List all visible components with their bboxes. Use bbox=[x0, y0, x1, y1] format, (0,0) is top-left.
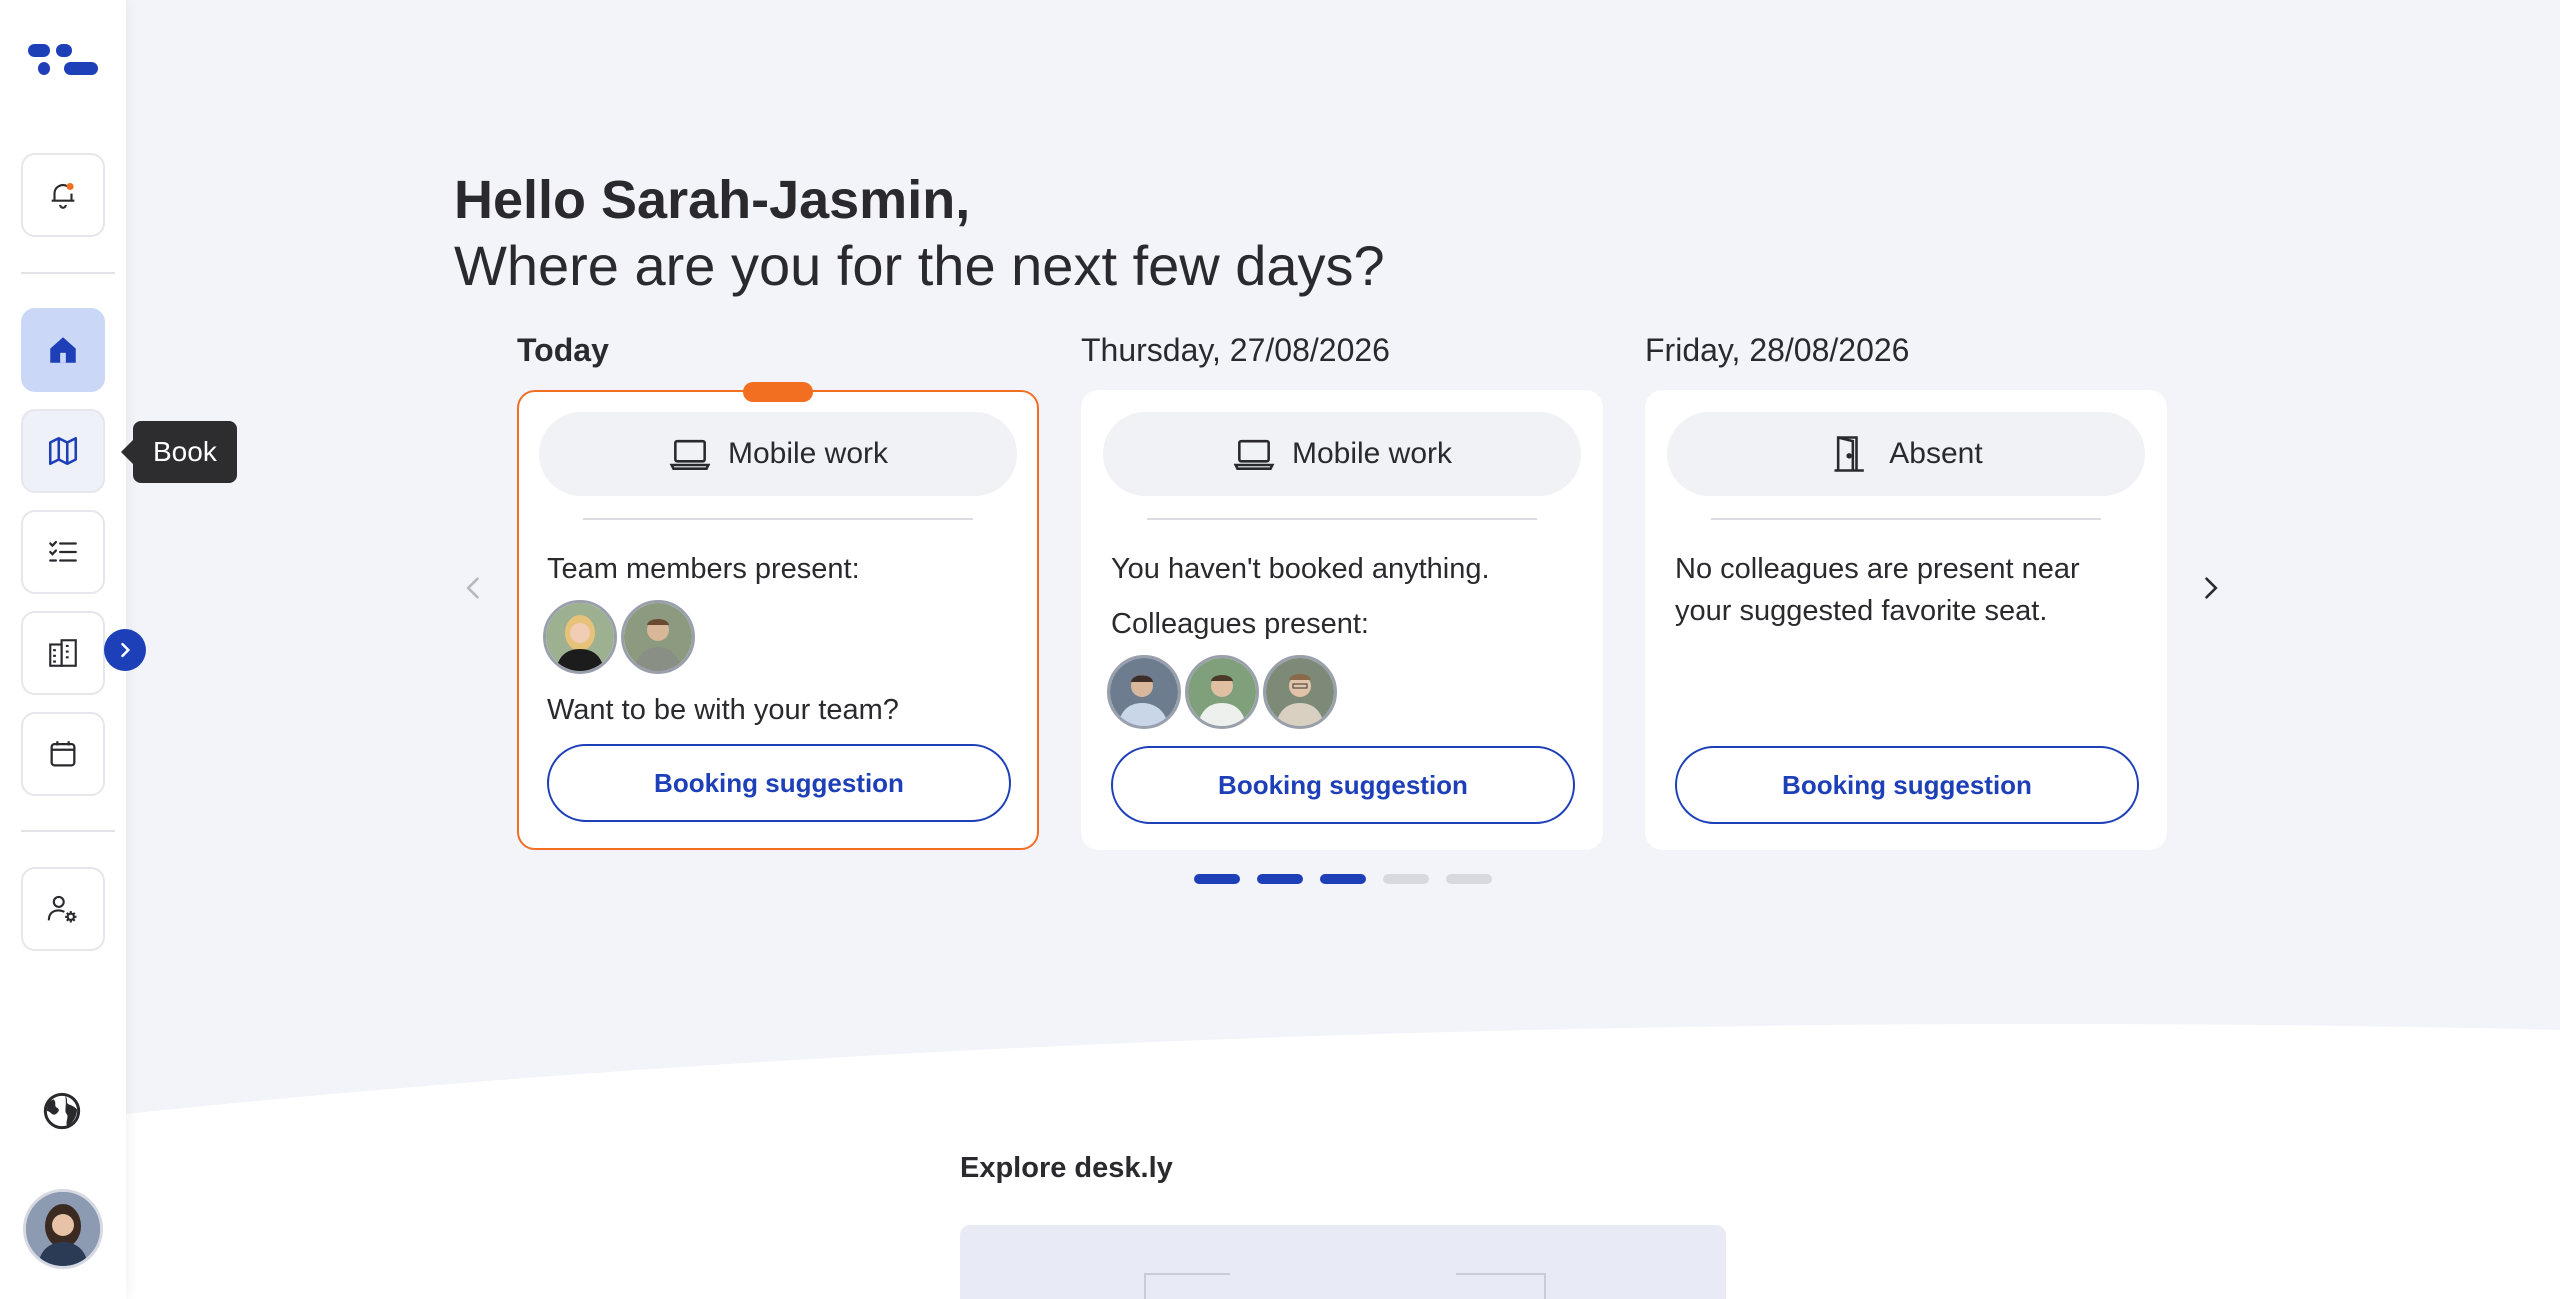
sidebar-separator bbox=[21, 830, 115, 832]
avatar[interactable] bbox=[1263, 655, 1337, 729]
door-icon bbox=[1834, 436, 1865, 472]
user-photo bbox=[26, 1192, 100, 1266]
greeting-question: Where are you for the next few days? bbox=[454, 234, 1385, 297]
sidebar-item-admin-settings[interactable] bbox=[21, 867, 105, 951]
expand-sidebar-button[interactable] bbox=[104, 629, 146, 671]
building-icon bbox=[49, 639, 77, 667]
tooltip-label: Book bbox=[153, 436, 217, 467]
checklist-icon bbox=[49, 540, 77, 562]
language-button[interactable] bbox=[36, 1085, 88, 1137]
team-members-label: Team members present: bbox=[547, 553, 860, 585]
avatar[interactable] bbox=[543, 600, 617, 674]
greeting-title: Hello Sarah-Jasmin, bbox=[454, 170, 971, 230]
sidebar-item-tasks[interactable] bbox=[21, 510, 105, 594]
avatar-photo bbox=[624, 603, 692, 671]
chevron-right-icon bbox=[2205, 577, 2218, 599]
day-card-friday: Absent No colleagues are present near yo… bbox=[1645, 390, 2167, 850]
illustration-line bbox=[1144, 1273, 1230, 1275]
avatar-photo bbox=[546, 603, 614, 671]
day-label-friday: Friday, 28/08/2026 bbox=[1645, 332, 1910, 368]
colleague-avatars bbox=[1107, 655, 1337, 729]
day-card-today: Mobile work Team members present: Want t… bbox=[517, 382, 1039, 850]
day-card-thursday: Mobile work You haven't booked anything.… bbox=[1081, 390, 1603, 850]
status-label: Mobile work bbox=[1291, 437, 1453, 470]
pagination-dot[interactable] bbox=[1383, 874, 1429, 884]
day-label-thursday: Thursday, 27/08/2026 bbox=[1081, 332, 1390, 368]
sidebar-item-calendar[interactable] bbox=[21, 712, 105, 796]
explore-card[interactable] bbox=[960, 1225, 1726, 1299]
desk-ly-logo[interactable] bbox=[28, 42, 98, 78]
tooltip-book: Book bbox=[121, 421, 237, 483]
illustration-line bbox=[1144, 1273, 1146, 1299]
laptop-icon bbox=[1233, 439, 1275, 470]
sidebar-separator bbox=[21, 272, 115, 274]
booking-suggestion-button[interactable]: Booking suggestion bbox=[547, 744, 1011, 822]
status-label: Mobile work bbox=[727, 437, 889, 470]
carousel-next-button[interactable] bbox=[2190, 568, 2230, 608]
team-question: Want to be with your team? bbox=[547, 694, 899, 726]
home-icon bbox=[50, 337, 76, 363]
globe-icon bbox=[43, 1092, 81, 1130]
no-booking-label: You haven't booked anything. bbox=[1111, 553, 1490, 585]
user-avatar[interactable] bbox=[23, 1189, 103, 1269]
chevron-left-icon bbox=[466, 577, 479, 599]
avatar-photo bbox=[1188, 658, 1256, 726]
card-divider bbox=[583, 518, 973, 520]
status-pill[interactable]: Mobile work bbox=[539, 412, 1017, 496]
laptop-icon bbox=[669, 439, 711, 470]
calendar-icon bbox=[50, 741, 76, 767]
card-divider bbox=[1711, 518, 2101, 520]
booking-suggestion-button[interactable]: Booking suggestion bbox=[1675, 746, 2139, 824]
status-pill[interactable]: Mobile work bbox=[1103, 412, 1581, 496]
chevron-right-icon bbox=[121, 642, 131, 658]
bell-icon bbox=[51, 182, 75, 209]
avatar[interactable] bbox=[1185, 655, 1259, 729]
colleagues-present-label: Colleagues present: bbox=[1111, 608, 1369, 640]
card-divider bbox=[1147, 518, 1537, 520]
status-label: Absent bbox=[1889, 437, 1983, 470]
status-pill[interactable]: Absent bbox=[1667, 412, 2145, 496]
user-settings-icon bbox=[47, 895, 77, 923]
team-avatars bbox=[543, 600, 695, 674]
map-icon bbox=[48, 436, 78, 466]
pagination-dot[interactable] bbox=[1446, 874, 1492, 884]
day-label-today: Today bbox=[517, 332, 609, 368]
pagination-dot[interactable] bbox=[1194, 874, 1240, 884]
sidebar-item-buildings[interactable] bbox=[21, 611, 105, 695]
avatar[interactable] bbox=[621, 600, 695, 674]
avatar-photo bbox=[1266, 658, 1334, 726]
sidebar-item-home[interactable] bbox=[21, 308, 105, 392]
booking-suggestion-button[interactable]: Booking suggestion bbox=[1111, 746, 1575, 824]
sidebar bbox=[0, 0, 146, 1299]
greeting: Hello Sarah-Jasmin, Where are you for th… bbox=[454, 168, 1385, 300]
explore-title: Explore desk.ly bbox=[960, 1152, 1173, 1184]
carousel-prev-button[interactable] bbox=[454, 568, 494, 608]
avatar-photo bbox=[1110, 658, 1178, 726]
illustration-line bbox=[1544, 1273, 1546, 1299]
sidebar-item-book[interactable] bbox=[21, 409, 105, 493]
carousel-pagination bbox=[1194, 874, 1492, 884]
avatar[interactable] bbox=[1107, 655, 1181, 729]
pagination-dot[interactable] bbox=[1320, 874, 1366, 884]
notifications-button[interactable] bbox=[21, 153, 105, 237]
today-indicator bbox=[743, 382, 813, 402]
illustration-line bbox=[1456, 1273, 1546, 1275]
pagination-dot[interactable] bbox=[1257, 874, 1303, 884]
no-colleagues-label: No colleagues are present near your sugg… bbox=[1675, 553, 2080, 627]
